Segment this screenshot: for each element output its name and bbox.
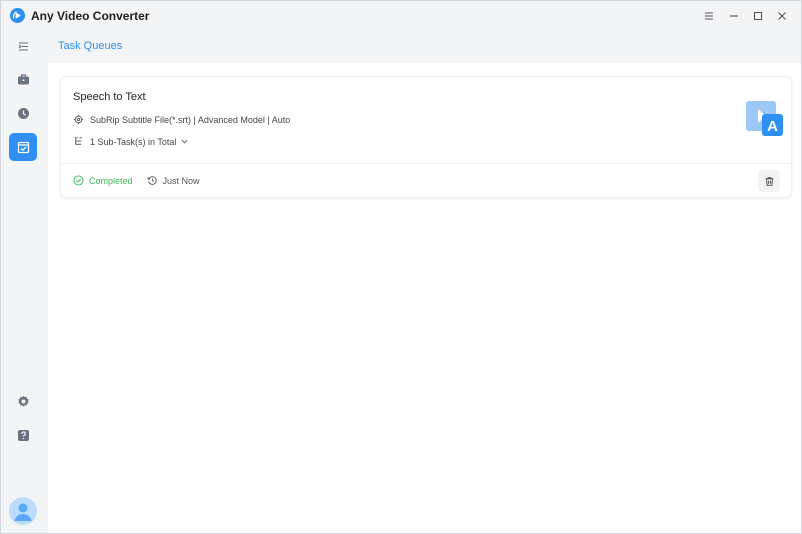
- task-title: Speech to Text: [73, 91, 146, 103]
- help-button[interactable]: [9, 421, 37, 449]
- minimize-button[interactable]: [724, 6, 744, 26]
- settings-button[interactable]: [9, 387, 37, 415]
- user-avatar[interactable]: [9, 497, 37, 525]
- user-avatar-icon: [14, 503, 32, 521]
- subtitle-file-icon: A: [746, 101, 783, 136]
- page-title: Task Queues: [58, 40, 123, 52]
- app-logo-icon: [10, 8, 25, 23]
- status-text: Completed: [89, 175, 133, 186]
- title-bar: Any Video Converter: [1, 1, 801, 31]
- subtasks-tree-icon: [74, 137, 83, 145]
- sidebar-item-task-queues[interactable]: [9, 133, 37, 161]
- subtasks-toggle[interactable]: 1 Sub-Task(s) in Total: [73, 136, 189, 147]
- close-button[interactable]: [772, 6, 792, 26]
- task-queue-icon: [17, 141, 29, 153]
- maximize-button[interactable]: [748, 6, 768, 26]
- settings-icon: [17, 395, 29, 407]
- subtasks-count: 1 Sub-Task(s) in Total: [90, 136, 177, 147]
- app-title: Any Video Converter: [31, 9, 150, 23]
- help-icon: [17, 429, 29, 441]
- task-time: Just Now: [147, 175, 200, 186]
- thumbnail-letter: A: [767, 118, 778, 135]
- sidebar-item-history[interactable]: [9, 99, 37, 127]
- sidebar-collapse-button[interactable]: [9, 32, 37, 60]
- maximize-icon: [753, 11, 763, 21]
- minimize-icon: [730, 15, 738, 17]
- sidebar-item-toolbox[interactable]: [9, 65, 37, 93]
- chevron-down-icon: [181, 139, 188, 144]
- card-divider: [61, 163, 791, 164]
- trash-icon: [765, 176, 773, 186]
- sidebar: [1, 31, 47, 533]
- check-circle-icon: [73, 175, 84, 186]
- close-icon: [778, 12, 786, 20]
- task-time-text: Just Now: [162, 175, 200, 186]
- task-card[interactable]: Speech to Text SubRip Subtitle File(*.sr…: [60, 76, 792, 198]
- menu-icon: [705, 12, 713, 20]
- status-badge: Completed: [73, 175, 133, 186]
- history-icon: [17, 107, 29, 119]
- app-window: Any Video Converter Task Queues Speech t…: [0, 0, 802, 534]
- task-format-info: SubRip Subtitle File(*.srt) | Advanced M…: [73, 114, 290, 125]
- task-status-row: Completed Just Now: [73, 175, 200, 186]
- delete-task-button[interactable]: [758, 170, 780, 192]
- time-history-icon: [147, 176, 157, 185]
- menu-button[interactable]: [699, 6, 719, 26]
- collapse-menu-icon: [18, 41, 28, 51]
- toolbox-icon: [17, 73, 29, 84]
- format-settings-icon: [73, 114, 84, 125]
- main-header: [48, 31, 801, 63]
- task-format-text: SubRip Subtitle File(*.srt) | Advanced M…: [90, 114, 291, 125]
